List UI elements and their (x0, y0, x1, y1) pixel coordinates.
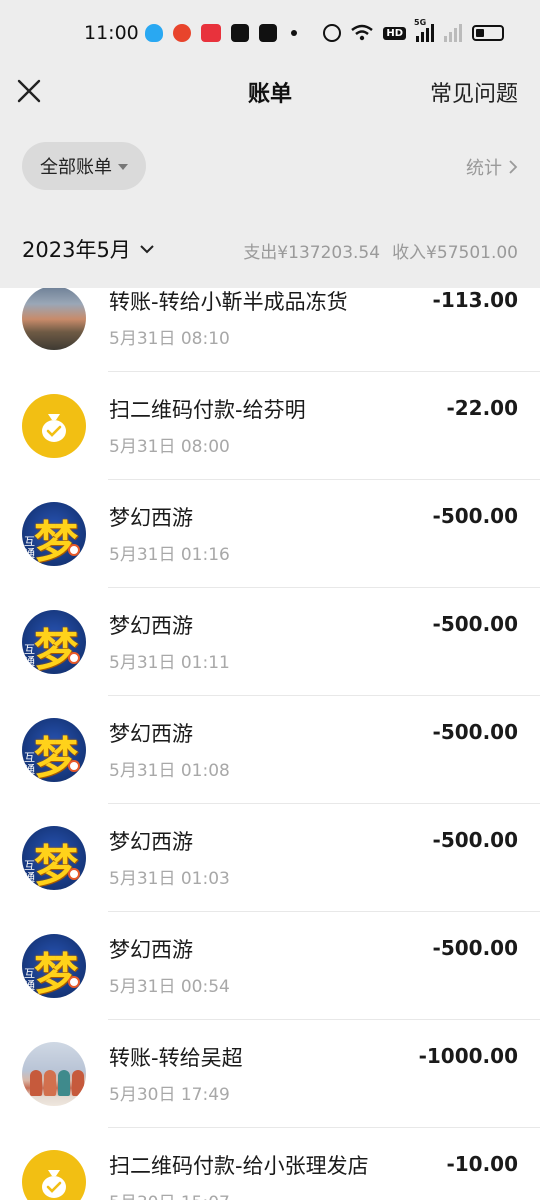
faq-link[interactable]: 常见问题 (430, 76, 518, 108)
month-picker[interactable]: 2023年5月 (22, 234, 155, 264)
transaction-row[interactable]: 扫二维码付款-给芬明 5月31日 08:00 -22.00 (0, 372, 540, 480)
status-time: 11:00 (84, 22, 139, 44)
photo-avatar (22, 1042, 86, 1106)
game-logo-sub: 互通 (24, 751, 35, 776)
transaction-title: 扫二维码付款-给小张理发店 (109, 1154, 369, 1178)
transaction-time: 5月31日 08:10 (109, 329, 230, 349)
transaction-title: 梦幻西游 (109, 722, 193, 746)
notification-icons (145, 24, 297, 42)
hd-icon: HD (383, 26, 406, 40)
game-badge-icon (68, 976, 80, 988)
signal-5g-icon: 5G (414, 18, 434, 42)
transaction-title: 梦幻西游 (109, 830, 193, 854)
wifi-icon (351, 24, 374, 41)
weibo-icon (173, 24, 191, 42)
game-logo-char: 梦 (34, 841, 78, 890)
transaction-time: 5月31日 08:00 (109, 437, 230, 457)
tiktok-icon (231, 24, 249, 42)
transaction-amount: -10.00 (446, 1152, 518, 1176)
transaction-amount: -500.00 (432, 612, 518, 636)
transaction-amount: -500.00 (432, 936, 518, 960)
stats-link[interactable]: 统计 (466, 154, 518, 180)
game-logo-char: 梦 (34, 517, 78, 566)
alarm-icon (323, 24, 342, 42)
transaction-row[interactable]: 扫二维码付款-给小张理发店 5月30日 15:07 -10.00 (0, 1128, 540, 1200)
transaction-title: 梦幻西游 (109, 938, 193, 962)
game-avatar: 梦 互通 (22, 718, 86, 782)
month-label: 2023年5月 (22, 238, 131, 262)
transaction-title: 扫二维码付款-给芬明 (109, 398, 306, 422)
transaction-amount: -500.00 (432, 720, 518, 744)
income-total: 收入¥57501.00 (392, 243, 518, 263)
game-logo-sub: 互通 (24, 643, 35, 668)
game-avatar: 梦 互通 (22, 502, 86, 566)
transaction-time: 5月30日 17:49 (109, 1085, 230, 1105)
signal-icon (444, 24, 462, 42)
chevron-down-icon (140, 245, 154, 254)
transaction-amount: -113.00 (432, 288, 518, 312)
transaction-list[interactable]: 转账-转给小靳半成品冻货 5月31日 08:10 -113.00 扫二维码付款-… (0, 288, 540, 1200)
transaction-time: 5月30日 15:07 (109, 1188, 230, 1200)
all-bills-filter-button[interactable]: 全部账单 (22, 142, 146, 190)
battery-icon (472, 25, 504, 41)
transaction-amount: -500.00 (432, 504, 518, 528)
game-badge-icon (68, 760, 80, 772)
game-logo-char: 梦 (34, 625, 78, 674)
month-bar: 2023年5月 支出¥137203.54 收入¥57501.00 (0, 212, 540, 288)
stats-label: 统计 (466, 158, 502, 179)
game-logo-sub: 互通 (24, 967, 35, 992)
transaction-row[interactable]: 转账-转给小靳半成品冻货 5月31日 08:10 -113.00 (0, 288, 540, 372)
toutiao-icon (201, 24, 221, 42)
transaction-title: 梦幻西游 (109, 506, 193, 530)
game-badge-icon (68, 544, 80, 556)
game-badge-icon (68, 868, 80, 880)
game-badge-icon (68, 652, 80, 664)
qr-pay-icon (22, 1150, 86, 1200)
transaction-time: 5月31日 01:08 (109, 761, 230, 781)
game-avatar: 梦 互通 (22, 934, 86, 998)
qr-pay-icon (22, 394, 86, 458)
transaction-row[interactable]: 梦 互通 梦幻西游 5月31日 00:54 -500.00 (0, 912, 540, 1020)
transaction-time: 5月31日 00:54 (109, 977, 230, 997)
transaction-amount: -22.00 (446, 396, 518, 420)
game-avatar: 梦 互通 (22, 610, 86, 674)
transaction-time: 5月31日 01:11 (109, 653, 230, 673)
month-summary: 支出¥137203.54 收入¥57501.00 (243, 238, 518, 263)
chevron-right-icon (509, 160, 518, 174)
transaction-row[interactable]: 梦 互通 梦幻西游 5月31日 01:03 -500.00 (0, 804, 540, 912)
transaction-amount: -1000.00 (418, 1044, 518, 1068)
capcut-icon (259, 24, 277, 42)
caret-down-icon (118, 164, 128, 170)
transaction-time: 5月31日 01:16 (109, 545, 230, 565)
transaction-row[interactable]: 转账-转给吴超 5月30日 17:49 -1000.00 (0, 1020, 540, 1128)
game-logo-char: 梦 (34, 949, 78, 998)
game-logo-char: 梦 (34, 733, 78, 782)
system-icons: HD 5G (323, 18, 504, 42)
landscape-avatar (22, 288, 86, 350)
network-label: 5G (414, 18, 427, 27)
status-bar: 11:00 HD 5G (0, 0, 540, 68)
transaction-title: 梦幻西游 (109, 614, 193, 638)
qq-icon (145, 24, 163, 42)
game-logo-sub: 互通 (24, 535, 35, 560)
game-logo-sub: 互通 (24, 859, 35, 884)
transaction-row[interactable]: 梦 互通 梦幻西游 5月31日 01:16 -500.00 (0, 480, 540, 588)
transaction-row[interactable]: 梦 互通 梦幻西游 5月31日 01:11 -500.00 (0, 588, 540, 696)
transaction-title: 转账-转给吴超 (109, 1046, 243, 1070)
expense-total: 支出¥137203.54 (243, 243, 381, 263)
transaction-amount: -500.00 (432, 828, 518, 852)
all-bills-label: 全部账单 (40, 157, 112, 178)
transaction-time: 5月31日 01:03 (109, 869, 230, 889)
transaction-row[interactable]: 梦 互通 梦幻西游 5月31日 01:08 -500.00 (0, 696, 540, 804)
filter-bar: 全部账单 统计 (0, 122, 540, 212)
nav-bar: 账单 常见问题 (0, 68, 540, 122)
game-avatar: 梦 互通 (22, 826, 86, 890)
transaction-title: 转账-转给小靳半成品冻货 (109, 290, 348, 314)
dot-icon (291, 30, 297, 36)
